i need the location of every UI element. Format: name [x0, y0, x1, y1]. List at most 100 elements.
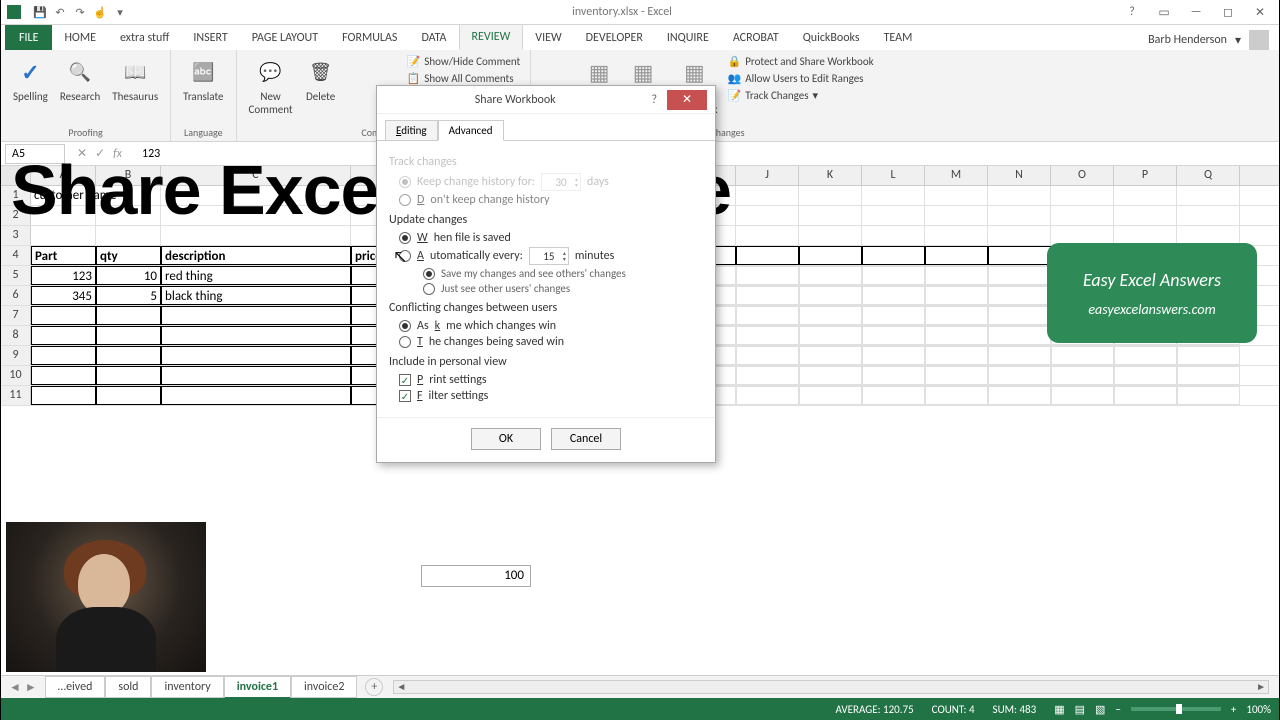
print-settings-check[interactable]	[399, 374, 411, 386]
dialog-title: Share Workbook	[385, 93, 645, 107]
user-avatar-icon[interactable]	[1249, 30, 1269, 50]
row-header[interactable]: 7	[1, 306, 31, 325]
sheet-nav-next-icon[interactable]: ►	[25, 680, 37, 695]
zoom-out-icon[interactable]: −	[1115, 703, 1120, 716]
tab-acrobat[interactable]: ACROBAT	[721, 26, 791, 50]
protect-workbook-icon	[627, 56, 659, 88]
dialog-tab-advanced[interactable]: Advanced	[438, 120, 504, 141]
tab-team[interactable]: TEAM	[872, 26, 925, 50]
sheet-nav-prev-icon[interactable]: ◄	[9, 680, 21, 695]
tab-developer[interactable]: DEVELOPER	[574, 26, 655, 50]
row-header[interactable]: 6	[1, 286, 31, 305]
horizontal-scrollbar[interactable]	[393, 680, 1269, 694]
protect-share-button[interactable]: 🔒 Protect and Share Workbook	[726, 54, 876, 69]
help-icon[interactable]: ?	[1117, 2, 1147, 22]
row-header[interactable]: 8	[1, 326, 31, 345]
row-header[interactable]: 10	[1, 366, 31, 385]
translate-button[interactable]: Translate	[179, 54, 227, 105]
col-header[interactable]: M	[925, 166, 988, 185]
delete-comment-button[interactable]: Delete	[301, 54, 341, 105]
auto-minutes-input[interactable]: 15	[529, 247, 569, 265]
tab-insert[interactable]: INSERT	[181, 26, 239, 50]
spelling-icon	[14, 56, 46, 88]
tab-quickbooks[interactable]: QuickBooks	[791, 26, 872, 50]
group-proofing-label: Proofing	[9, 124, 162, 141]
add-sheet-icon[interactable]: +	[365, 678, 383, 696]
sheet-tab-invoice2[interactable]: invoice2	[291, 676, 357, 698]
zoom-in-icon[interactable]: +	[1231, 703, 1236, 716]
sheet-tab[interactable]: …eived	[45, 676, 106, 698]
qat-undo-icon[interactable]: ↶	[53, 5, 67, 19]
qat-redo-icon[interactable]: ↷	[73, 5, 87, 19]
ribbon-options-icon[interactable]: ▭	[1149, 2, 1179, 22]
tab-data[interactable]: DATA	[409, 26, 458, 50]
col-header[interactable]: K	[799, 166, 862, 185]
view-normal-icon[interactable]: ▦	[1054, 703, 1064, 716]
row-header[interactable]: 11	[1, 386, 31, 405]
sheet-tab-sold[interactable]: sold	[105, 676, 151, 698]
dialog-tab-editing[interactable]: EEditingditing	[385, 120, 438, 141]
thesaurus-button[interactable]: Thesaurus	[108, 54, 162, 105]
show-hide-comment-button[interactable]: 📝 Show/Hide Comment	[405, 54, 523, 69]
view-pagebreak-icon[interactable]: ▧	[1095, 703, 1105, 716]
dialog-help-icon[interactable]: ?	[645, 93, 663, 107]
status-count: COUNT: 4	[932, 703, 975, 716]
row-header[interactable]: 9	[1, 346, 31, 365]
when-saved-radio[interactable]	[399, 232, 411, 244]
close-icon[interactable]: ✕	[1245, 2, 1275, 22]
new-comment-button[interactable]: New Comment	[245, 54, 297, 118]
minimize-icon[interactable]: —	[1181, 2, 1211, 22]
zoom-level[interactable]: 100%	[1246, 703, 1271, 716]
ask-radio[interactable]	[399, 320, 411, 332]
personal-view-label: Include in personal view	[389, 355, 703, 369]
tab-extra[interactable]: extra stuff	[108, 26, 181, 50]
col-header[interactable]: J	[736, 166, 799, 185]
tab-review[interactable]: REVIEW	[459, 24, 524, 50]
saved-win-radio[interactable]	[399, 336, 411, 348]
qat-more-icon[interactable]: ▾	[113, 5, 127, 19]
tab-formulas[interactable]: FORMULAS	[330, 26, 409, 50]
spelling-button[interactable]: Spelling	[9, 54, 52, 105]
qat-save-icon[interactable]: 💾	[33, 5, 47, 19]
thesaurus-icon	[119, 56, 151, 88]
ok-button[interactable]: OK	[471, 428, 541, 450]
col-header[interactable]: Q	[1177, 166, 1240, 185]
save-see-radio[interactable]	[423, 268, 435, 280]
col-header[interactable]: P	[1114, 166, 1177, 185]
sheet-tab-inventory[interactable]: inventory	[151, 676, 223, 698]
dont-keep-radio[interactable]	[399, 194, 411, 206]
maximize-icon[interactable]: ◻	[1213, 2, 1243, 22]
tab-view[interactable]: VIEW	[523, 26, 573, 50]
tab-file[interactable]: FILE	[5, 25, 52, 50]
title-bar: 💾 ↶ ↷ ☝ ▾ inventory.xlsx - Excel ? ▭ — ◻…	[1, 0, 1279, 25]
sheet-tab-bar: ◄ ► …eived sold inventory invoice1 invoic…	[1, 675, 1279, 698]
row-header[interactable]: 5	[1, 266, 31, 285]
tab-home[interactable]: HOME	[52, 26, 108, 50]
track-changes-button[interactable]: 📝 Track Changes ▾	[726, 88, 820, 103]
tab-pagelayout[interactable]: PAGE LAYOUT	[240, 26, 330, 50]
brand-url: easyexcelanswers.com	[1088, 301, 1215, 318]
share-workbook-dialog: Share Workbook ? ✕ EEditingditing Advanc…	[376, 85, 716, 463]
col-header[interactable]: O	[1051, 166, 1114, 185]
view-layout-icon[interactable]: ▤	[1075, 703, 1085, 716]
dialog-close-icon[interactable]: ✕	[667, 90, 707, 110]
conflict-label: Conflicting changes between users	[389, 301, 703, 315]
status-sum: SUM: 483	[993, 703, 1037, 716]
qat-touch-icon[interactable]: ☝	[93, 5, 107, 19]
zoom-slider[interactable]	[1131, 707, 1221, 711]
user-name[interactable]: Barb Henderson	[1148, 33, 1227, 47]
presenter-photo	[6, 522, 206, 672]
research-button[interactable]: Research	[56, 54, 104, 105]
cancel-button[interactable]: Cancel	[551, 428, 621, 450]
keep-history-radio[interactable]	[399, 176, 411, 188]
sheet-tab-invoice1[interactable]: invoice1	[224, 676, 291, 699]
show-all-comments-button[interactable]: 📋 Show All Comments	[405, 71, 516, 86]
col-header[interactable]: L	[862, 166, 925, 185]
delete-icon	[305, 56, 337, 88]
just-see-radio[interactable]	[423, 283, 435, 295]
col-header[interactable]: N	[988, 166, 1051, 185]
filter-settings-check[interactable]	[399, 390, 411, 402]
tab-inquire[interactable]: INQUIRE	[655, 26, 721, 50]
row-header[interactable]: 4	[1, 246, 31, 265]
allow-edit-ranges-button[interactable]: 👥 Allow Users to Edit Ranges	[726, 71, 866, 86]
